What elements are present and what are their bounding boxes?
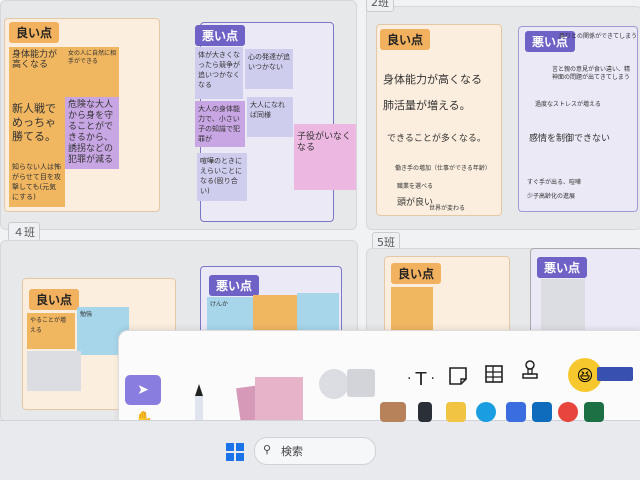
bad-points-panel-1: 悪い点 体が大きくなったら競争が追いつかなくなる 心の発達が追いつかない 大人の…	[195, 22, 334, 222]
idea-text: できることが多くなる。	[387, 134, 486, 144]
idea-text: 働き手の増加（仕事ができる年齢）	[395, 165, 491, 172]
sticky-note[interactable]: 心の発達が追いつかない	[245, 49, 293, 89]
sticky-note[interactable]: 喧嘩のときにえらいことになる(殴り合い)	[197, 153, 247, 201]
screen: 良い点 身体能力が高くなる 女の人に自然に相手ができる 新人戦でめっちゃ勝てる。…	[0, 0, 640, 480]
idea-text: 頭が良い	[397, 198, 434, 208]
bad-points-tag: 悪い点	[537, 257, 588, 278]
pointer-icon: ➤	[137, 382, 149, 398]
idea-text: 職業を選べる	[397, 183, 434, 190]
text-icon: T	[415, 368, 427, 390]
sticky-note[interactable]: 知らない人は怖がらせて目を攻撃しても(元気にする)	[9, 159, 65, 207]
sticky-note[interactable]: 新人戦でめっちゃ勝てる。	[9, 99, 65, 159]
idea-text: 世界が変わる	[429, 205, 466, 212]
idea-text: 言と親の意見が食い違い、精神面の問題が出てきてしまう	[552, 66, 631, 81]
sticky-note[interactable]: 身体能力が高くなる	[9, 47, 65, 105]
sticky-note[interactable]	[27, 351, 81, 391]
search-icon: ⚲	[263, 443, 272, 456]
shapes-icon	[319, 365, 379, 405]
file-explorer-icon[interactable]	[446, 402, 466, 422]
sticky-note[interactable]: やることが増える	[27, 313, 75, 349]
bad-points-tag: 悪い点	[209, 275, 260, 296]
stamp-icon	[522, 360, 538, 379]
bad-points-panel-4: 悪い点	[530, 248, 640, 340]
good-points-panel-4: 良い点	[384, 256, 510, 338]
good-points-panel-2: 良い点 身体能力が高くなる 肺活量が増える。 できることが多くなる。 働き手の増…	[376, 24, 502, 216]
idea-text: 身体能力が高くなる	[383, 73, 482, 86]
idea-text: 少子高齢化の進展	[527, 193, 576, 200]
stamp-tool-button[interactable]	[517, 357, 543, 385]
search-placeholder: 検索	[281, 445, 303, 458]
sticky-note[interactable]: 危険な大人から身を守ることができるから、誘拐などの犯罪が減る	[65, 97, 119, 169]
sticky-note[interactable]: 大人になれば同様	[247, 97, 293, 137]
group-label: 2班	[366, 0, 394, 12]
sticky-note-tool-button[interactable]	[445, 363, 471, 389]
idea-text: 周りとの関係ができてしまう	[559, 33, 637, 40]
good-points-tag: 良い点	[391, 263, 442, 284]
sticky-note[interactable]: 子役がいなくなる	[294, 124, 356, 190]
pointer-tool-button[interactable]: ➤	[125, 375, 161, 405]
excel-icon[interactable]	[584, 402, 604, 422]
good-points-tag: 良い点	[9, 22, 60, 43]
edge-icon[interactable]	[476, 402, 496, 422]
table-icon	[485, 365, 503, 383]
store-icon[interactable]	[506, 402, 526, 422]
text-tool-button[interactable]: · T ·	[403, 365, 439, 393]
good-points-tag: 良い点	[29, 289, 80, 310]
idea-text: 肺活量が増える。	[383, 99, 471, 112]
chrome-icon[interactable]	[558, 402, 578, 422]
sticky-note[interactable]: 大人の身体能力で、小さい子の知識で犯罪が	[195, 101, 245, 147]
good-points-panel-1: 良い点 身体能力が高くなる 女の人に自然に相手ができる 新人戦でめっちゃ勝てる。…	[4, 18, 160, 212]
good-points-tag: 良い点	[380, 29, 431, 50]
sticky-note[interactable]: 体が大きくなったら競争が追いつかなくなる	[195, 47, 243, 99]
idea-text: 感情を制御できない	[529, 134, 611, 144]
dot-separator: ·	[430, 371, 435, 387]
sticky-note[interactable]	[391, 287, 433, 333]
task-view-icon[interactable]	[418, 402, 432, 422]
idea-text: すぐ手が出る、喧嘩	[527, 179, 582, 186]
bad-points-tag: 悪い点	[195, 25, 246, 46]
idea-text: 過度なストレスが増える	[535, 101, 601, 108]
windows-start-icon	[226, 443, 244, 461]
shape-tool-button[interactable]	[319, 365, 379, 405]
taskbar: ⚲ 検索	[0, 420, 640, 480]
widget-icon[interactable]	[380, 402, 406, 422]
start-button[interactable]	[224, 441, 246, 463]
taskbar-search-box[interactable]: ⚲ 検索	[254, 437, 376, 465]
table-tool-button[interactable]	[481, 361, 507, 387]
sticky-note[interactable]: 女の人に自然に相手ができる	[65, 47, 119, 97]
sticker-badge	[597, 367, 633, 381]
sticky-note-icon	[449, 367, 467, 385]
sticky-note[interactable]	[541, 279, 585, 333]
outlook-icon[interactable]	[532, 402, 552, 422]
bad-points-panel-2: 悪い点 周りとの関係ができてしまう 言と親の意見が食い違い、精神面の問題が出てき…	[518, 26, 638, 212]
group-label: ４班	[8, 222, 40, 242]
dot-separator: ·	[407, 371, 412, 387]
